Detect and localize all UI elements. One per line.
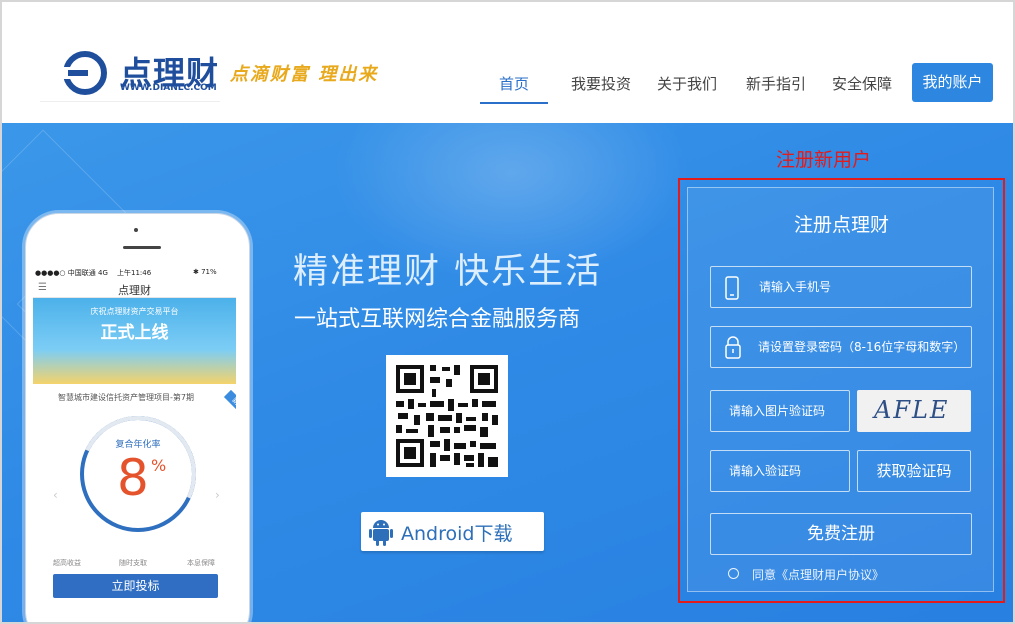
logo-mark-icon bbox=[62, 51, 107, 95]
captcha-image[interactable]: AFLE bbox=[857, 390, 971, 432]
mobile-phone-icon bbox=[725, 276, 739, 300]
status-battery: ✱ 71% bbox=[193, 268, 217, 276]
phone-speaker bbox=[123, 246, 161, 249]
nav-about[interactable]: 关于我们 bbox=[657, 73, 717, 94]
nav-guide[interactable]: 新手指引 bbox=[746, 73, 806, 94]
rate-value: 8 bbox=[117, 449, 149, 507]
password-input-placeholder: 请设置登录密码（8-16位字母和数字） bbox=[758, 340, 966, 354]
page-frame: 点理财 WWW.DIANLC.COM 点滴财富 理出来 首页 我要投资 关于我们… bbox=[0, 0, 1015, 624]
nav-active-underline bbox=[480, 102, 548, 104]
nav-invest[interactable]: 我要投资 bbox=[571, 73, 631, 94]
captcha-text: AFLE bbox=[874, 396, 950, 424]
nav-security[interactable]: 安全保障 bbox=[832, 73, 892, 94]
phone-camera bbox=[134, 228, 138, 232]
nav-home[interactable]: 首页 bbox=[499, 73, 529, 94]
agree-radio[interactable] bbox=[728, 568, 739, 579]
app-bar: ☰ 点理财 bbox=[33, 279, 236, 298]
phone-input-placeholder: 请输入手机号 bbox=[759, 280, 832, 294]
free-register-button[interactable]: 免费注册 bbox=[710, 513, 972, 555]
register-panel: 注册点理财 请输入手机号 请设置登录密码（8-16位字母和数字） 请输入图片验证… bbox=[687, 187, 994, 592]
slogan: 点滴财富 理出来 bbox=[230, 64, 379, 85]
status-time: 上午11:46 bbox=[117, 269, 152, 277]
banner-subline: 一站式互联网综合金融服务商 bbox=[294, 307, 581, 332]
phone-screen: ●●●●○ 中国联通 4G 上午11:46 ✱ 71% ☰ 点理财 庆祝点理财资… bbox=[33, 266, 236, 622]
lock-icon bbox=[725, 336, 741, 359]
promo-banner: 庆祝点理财资产交易平台 正式上线 bbox=[33, 298, 236, 384]
phone-statusbar: ●●●●○ 中国联通 4G 上午11:46 ✱ 71% bbox=[33, 266, 236, 279]
captcha-input[interactable]: 请输入图片验证码 bbox=[710, 390, 850, 432]
app-title: 点理财 bbox=[118, 284, 151, 297]
android-download-button[interactable]: Android下载 bbox=[361, 512, 544, 551]
project-name: 智慧城市建设信托资产管理项目-第7期 bbox=[58, 393, 194, 402]
captcha-input-placeholder: 请输入图片验证码 bbox=[729, 404, 826, 418]
promo-title: 正式上线 bbox=[100, 323, 169, 343]
chevron-left-icon[interactable]: ‹ bbox=[53, 488, 58, 502]
promo-caption: 庆祝点理财资产交易平台 bbox=[90, 307, 179, 316]
logo-url: WWW.DIANLC.COM bbox=[120, 83, 217, 93]
password-input[interactable]: 请设置登录密码（8-16位字母和数字） bbox=[710, 326, 972, 368]
sms-code-input[interactable]: 请输入验证码 bbox=[710, 450, 850, 492]
invest-now-button[interactable]: 立即投标 bbox=[53, 574, 218, 598]
banner-headline: 精准理财 快乐生活 bbox=[293, 252, 603, 292]
register-annotation: 注册新用户 bbox=[776, 149, 872, 171]
android-download-label: Android下载 bbox=[401, 523, 513, 545]
newbie-ribbon: 新手理财 bbox=[223, 389, 236, 429]
rate-unit: % bbox=[151, 456, 167, 475]
header-divider bbox=[40, 101, 220, 102]
my-account-button[interactable]: 我的账户 bbox=[912, 63, 993, 102]
site-header: 点理财 WWW.DIANLC.COM 点滴财富 理出来 首页 我要投资 关于我们… bbox=[2, 2, 1013, 123]
qr-code-icon bbox=[386, 355, 508, 477]
agree-terms-link[interactable]: 同意《点理财用户协议》 bbox=[752, 566, 884, 583]
phone-input[interactable]: 请输入手机号 bbox=[710, 266, 972, 308]
sms-code-placeholder: 请输入验证码 bbox=[729, 464, 802, 478]
feature-high-yield: 超高收益 bbox=[53, 559, 81, 567]
get-sms-code-button[interactable]: 获取验证码 bbox=[857, 450, 971, 492]
chevron-right-icon[interactable]: › bbox=[215, 488, 220, 502]
feature-withdraw: 随时支取 bbox=[119, 559, 147, 567]
status-carrier: ●●●●○ 中国联通 4G bbox=[35, 269, 108, 277]
feature-guarantee: 本息保障 bbox=[187, 559, 215, 567]
android-icon bbox=[369, 520, 393, 546]
register-heading: 注册点理财 bbox=[793, 214, 889, 236]
